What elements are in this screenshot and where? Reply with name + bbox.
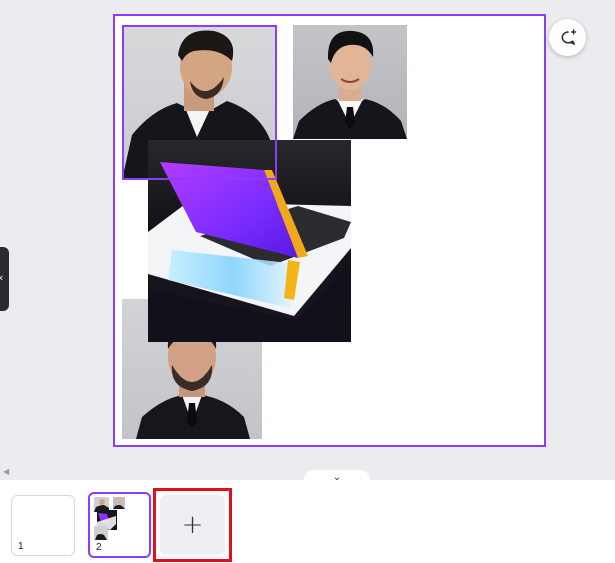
editor-workspace: ‹ xyxy=(0,0,615,466)
portrait-photo-icon xyxy=(293,30,407,139)
page-thumbnail-1[interactable]: 1 xyxy=(11,495,75,556)
photo-man-smiling[interactable] xyxy=(293,25,407,139)
selection-outline xyxy=(122,25,277,180)
chevron-down-icon: ⌄ xyxy=(332,472,342,483)
chevron-left-icon: ‹ xyxy=(0,271,3,285)
magic-comment-icon xyxy=(561,28,576,45)
page-number: 2 xyxy=(96,542,102,553)
page-number: 1 xyxy=(18,541,24,552)
expand-side-panel-button[interactable]: ‹ xyxy=(0,247,9,311)
scroll-left-arrow-icon[interactable]: ◀ xyxy=(3,467,9,476)
plus-icon: + xyxy=(181,510,204,540)
design-page-canvas[interactable] xyxy=(113,14,546,447)
add-page-button[interactable]: + xyxy=(160,495,225,555)
page-preview-icon xyxy=(94,497,125,540)
magic-comment-button[interactable] xyxy=(549,19,586,56)
collapse-page-tray-button[interactable]: ⌄ xyxy=(304,470,370,486)
page-thumbnail-2[interactable]: 2 xyxy=(88,492,151,558)
